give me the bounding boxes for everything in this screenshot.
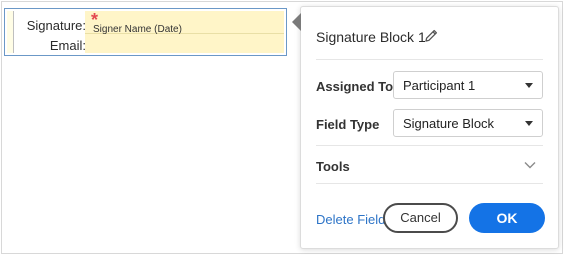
field-title: Signature Block 1 xyxy=(316,29,426,45)
signer-name-placeholder: Signer Name (Date) xyxy=(93,24,182,35)
ok-button[interactable]: OK xyxy=(469,203,545,233)
signature-label-column: Signature: Email: xyxy=(13,11,86,53)
assigned-to-label: Assigned To xyxy=(316,79,394,94)
divider xyxy=(316,145,543,146)
field-type-select[interactable]: Signature Block xyxy=(393,109,543,137)
caret-down-icon xyxy=(525,83,533,88)
popover-arrow-icon xyxy=(292,13,301,31)
signature-field-block[interactable]: Signature: Email: * Signer Name (Date) xyxy=(4,8,287,56)
email-label: Email: xyxy=(49,38,86,53)
field-type-value: Signature Block xyxy=(403,116,495,131)
signature-label: Signature: xyxy=(26,18,86,33)
caret-down-icon xyxy=(525,121,533,126)
delete-field-link[interactable]: Delete Field xyxy=(316,212,385,227)
signature-field-inner: Signature: Email: * Signer Name (Date) xyxy=(7,11,284,53)
tools-section-label[interactable]: Tools xyxy=(316,159,350,174)
divider xyxy=(316,183,543,184)
divider xyxy=(316,59,543,60)
field-properties-popover: Signature Block 1 Assigned To Participan… xyxy=(292,6,559,249)
chevron-down-icon[interactable] xyxy=(524,161,536,169)
assigned-to-value: Participant 1 xyxy=(403,78,476,93)
pencil-icon[interactable] xyxy=(423,28,439,44)
cancel-button[interactable]: Cancel xyxy=(383,203,458,233)
field-type-label: Field Type xyxy=(316,117,380,132)
assigned-to-select[interactable]: Participant 1 xyxy=(393,71,543,99)
